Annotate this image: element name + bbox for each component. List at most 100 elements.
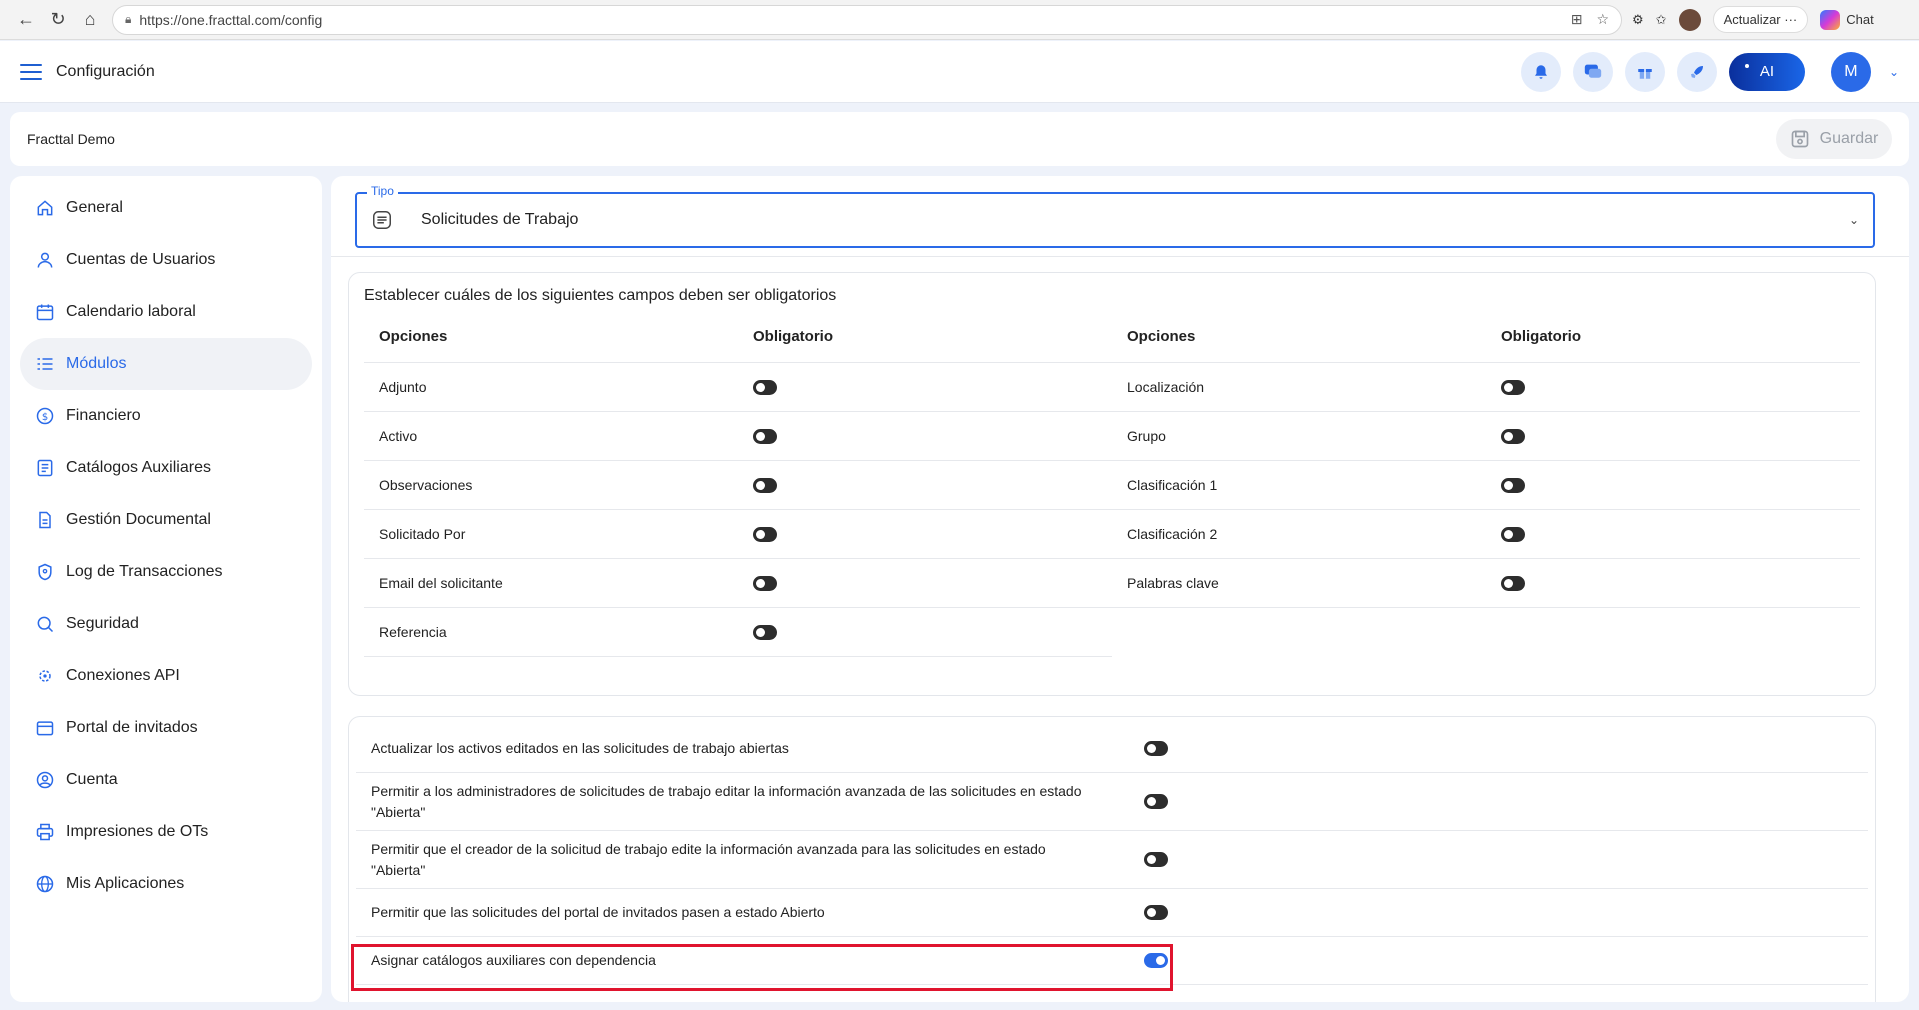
setting-label: Permitir que las solicitudes del portal … <box>371 904 825 920</box>
sidebar-item-general[interactable]: General <box>20 182 312 234</box>
page-title: Configuración <box>56 62 155 80</box>
company-bar: Fracttal Demo Guardar <box>10 112 1909 166</box>
sidebar-item-label: Cuentas de Usuarios <box>66 251 216 268</box>
calendar-icon <box>34 301 56 323</box>
required-toggle[interactable] <box>753 624 777 640</box>
required-fields-left-table: Opciones Obligatorio Adjunto Activo Obse… <box>364 311 1112 657</box>
sidebar-item-financiero[interactable]: $ Financiero <box>20 390 312 442</box>
column-header-required: Obligatorio <box>1501 328 1581 345</box>
setting-row: Permitir que las solicitudes del portal … <box>356 889 1868 937</box>
sidebar-item-label: Seguridad <box>66 615 139 632</box>
chevron-down-icon[interactable]: ⌄ <box>1849 213 1859 227</box>
menu-icon[interactable] <box>20 63 42 80</box>
sidebar-item-aplicaciones[interactable]: Mis Aplicaciones <box>20 858 312 910</box>
tipo-select[interactable]: Tipo Solicitudes de Trabajo ⌄ <box>355 184 1875 248</box>
required-toggle[interactable] <box>1501 526 1525 542</box>
table-row: Email del solicitante <box>364 559 1112 608</box>
required-toggle[interactable] <box>753 428 777 444</box>
favorites-icon[interactable]: ✩ <box>1656 12 1667 28</box>
save-label: Guardar <box>1819 130 1879 147</box>
list-icon <box>373 211 391 229</box>
sidebar-item-log[interactable]: Log de Transacciones <box>20 546 312 598</box>
setting-label: Actualizar los activos editados en las s… <box>371 740 789 756</box>
sidebar-item-label: Catálogos Auxiliares <box>66 459 211 476</box>
field-label: Grupo <box>1127 428 1166 444</box>
setting-toggle[interactable] <box>1144 905 1168 920</box>
home-nav-icon[interactable]: ⌂ <box>74 4 106 36</box>
sidebar-item-modulos[interactable]: Módulos <box>20 338 312 390</box>
column-header-required: Obligatorio <box>753 328 833 345</box>
messages-icon[interactable] <box>1572 51 1613 92</box>
table-row: Adjunto <box>364 363 1112 412</box>
setting-label: Permitir a los administradores de solici… <box>371 782 1082 820</box>
table-row: Activo <box>364 412 1112 461</box>
required-toggle[interactable] <box>1501 477 1525 493</box>
sidebar-item-cuentas-usuarios[interactable]: Cuentas de Usuarios <box>20 234 312 286</box>
sidebar: General Cuentas de Usuarios Calendario l… <box>10 176 322 1002</box>
update-button[interactable]: Actualizar ··· <box>1712 6 1809 33</box>
sidebar-item-gestion-documental[interactable]: Gestión Documental <box>20 494 312 546</box>
settings-card: Actualizar los activos editados en las s… <box>348 716 1876 1002</box>
reload-icon[interactable]: ↻ <box>42 4 74 36</box>
table-header: Opciones Obligatorio <box>364 311 1112 363</box>
extensions-icon[interactable]: ⚙ <box>1632 12 1644 28</box>
save-button[interactable]: Guardar <box>1776 119 1892 159</box>
required-fields-title: Establecer cuáles de los siguientes camp… <box>364 287 837 304</box>
save-icon <box>1791 130 1808 148</box>
sidebar-item-label: Módulos <box>66 355 127 372</box>
profile-avatar[interactable] <box>1678 8 1701 31</box>
field-label: Palabras clave <box>1127 575 1219 591</box>
chat-label: Chat <box>1846 12 1874 27</box>
sidebar-item-label: Log de Transacciones <box>66 563 223 580</box>
column-header-options: Opciones <box>1127 328 1196 345</box>
setting-toggle[interactable] <box>1144 794 1168 809</box>
tipo-value: Solicitudes de Trabajo <box>421 211 579 228</box>
setting-row: Permitir que el creador de la solicitud … <box>356 831 1868 889</box>
sidebar-item-impresiones[interactable]: Impresiones de OTs <box>20 806 312 858</box>
dollar-icon: $ <box>34 405 56 427</box>
avatar[interactable]: M <box>1830 51 1871 92</box>
table-row: Localización <box>1112 363 1860 412</box>
copilot-icon <box>1820 9 1841 30</box>
column-header-options: Opciones <box>379 328 448 345</box>
sidebar-item-catalogos[interactable]: Catálogos Auxiliares <box>20 442 312 494</box>
svg-text:$: $ <box>42 412 48 423</box>
tipo-label: Tipo <box>367 184 398 198</box>
required-toggle[interactable] <box>1501 428 1525 444</box>
sidebar-item-portal-invitados[interactable]: Portal de invitados <box>20 702 312 754</box>
sidebar-item-seguridad[interactable]: Seguridad <box>20 598 312 650</box>
required-toggle[interactable] <box>1501 379 1525 395</box>
field-label: Solicitado Por <box>379 526 466 542</box>
ai-button[interactable]: AI <box>1728 52 1805 91</box>
app-icon[interactable]: ⊞ <box>1571 11 1583 28</box>
sidebar-item-calendario[interactable]: Calendario laboral <box>20 286 312 338</box>
sidebar-item-label: Mis Aplicaciones <box>66 875 185 892</box>
address-bar[interactable]: 🔒︎ https://one.fracttal.com/config ⊞ ☆ <box>112 4 1622 35</box>
gift-icon[interactable] <box>1624 51 1665 92</box>
required-toggle[interactable] <box>753 575 777 591</box>
back-icon[interactable]: ← <box>10 4 42 36</box>
field-label: Clasificación 1 <box>1127 477 1218 493</box>
required-toggle[interactable] <box>753 526 777 542</box>
account-icon <box>34 769 56 791</box>
favorite-icon[interactable]: ☆ <box>1596 11 1609 28</box>
setting-toggle[interactable] <box>1144 953 1168 968</box>
document-icon <box>34 509 56 531</box>
chevron-down-icon[interactable]: ⌄ <box>1889 65 1899 79</box>
required-toggle[interactable] <box>753 477 777 493</box>
required-toggle[interactable] <box>753 379 777 395</box>
setting-toggle[interactable] <box>1144 852 1168 867</box>
sidebar-item-conexiones-api[interactable]: Conexiones API <box>20 650 312 702</box>
bell-icon[interactable] <box>1520 51 1561 92</box>
sidebar-item-cuenta[interactable]: Cuenta <box>20 754 312 806</box>
catalog-icon <box>34 457 56 479</box>
url-text: https://one.fracttal.com/config <box>139 11 323 28</box>
required-toggle[interactable] <box>1501 575 1525 591</box>
table-header: Opciones Obligatorio <box>1112 311 1860 363</box>
table-row: Palabras clave <box>1112 559 1860 608</box>
rocket-icon[interactable] <box>1676 51 1717 92</box>
setting-toggle[interactable] <box>1144 741 1168 756</box>
chat-button[interactable]: Chat <box>1820 9 1874 30</box>
field-label: Email del solicitante <box>379 575 503 591</box>
user-icon <box>34 249 56 271</box>
